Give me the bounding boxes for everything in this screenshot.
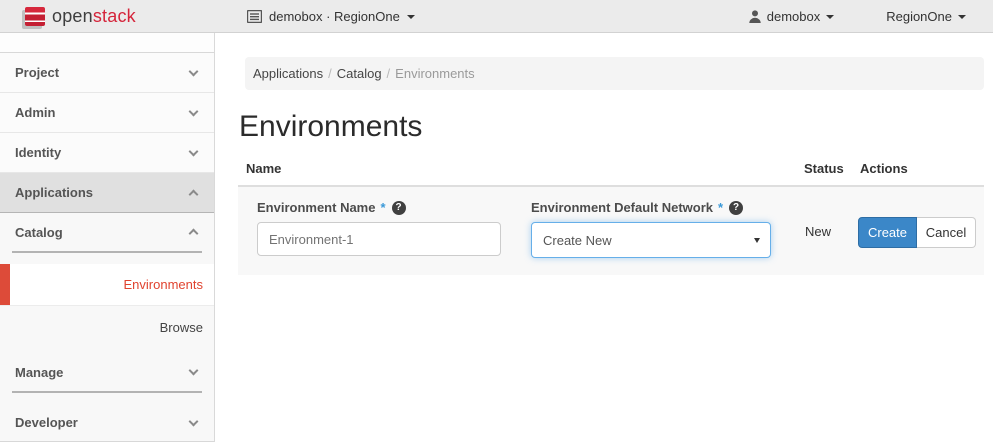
- region-menu-label: RegionOne: [886, 9, 952, 24]
- project-switcher-label: demobox · RegionOne: [269, 9, 400, 24]
- chevron-down-icon: [189, 66, 199, 76]
- sidebar-item-label: Applications: [15, 185, 93, 200]
- select-caret-icon: [754, 238, 760, 243]
- default-network-label: Environment Default Network: [531, 200, 713, 215]
- status-value: New: [805, 224, 838, 239]
- required-marker: *: [718, 200, 723, 215]
- column-header-status: Status: [804, 161, 860, 176]
- sidebar-item-applications[interactable]: Applications: [0, 173, 214, 213]
- sidebar-group-developer[interactable]: Developer: [0, 404, 214, 442]
- openstack-logo-text: openstack: [52, 6, 136, 27]
- breadcrumb-link-applications[interactable]: Applications: [253, 66, 323, 81]
- column-header-actions: Actions: [860, 161, 984, 176]
- sidebar-item-project[interactable]: Project: [0, 53, 214, 93]
- sidebar-item-label: Browse: [160, 320, 203, 335]
- openstack-cube-icon: [25, 7, 45, 26]
- breadcrumb-link-catalog[interactable]: Catalog: [337, 66, 382, 81]
- selected-option-label: Create New: [543, 233, 612, 248]
- sidebar-item-environments[interactable]: Environments: [0, 264, 214, 306]
- openstack-logo[interactable]: openstack: [25, 6, 136, 27]
- environment-name-label: Environment Name: [257, 200, 375, 215]
- environment-name-input[interactable]: [257, 222, 501, 256]
- sidebar-top-strip: [0, 33, 214, 53]
- sidebar-item-identity[interactable]: Identity: [0, 133, 214, 173]
- user-menu[interactable]: demobox: [749, 9, 834, 24]
- logo-text-open: open: [52, 6, 93, 26]
- default-network-label-row: Environment Default Network * ?: [531, 200, 771, 215]
- sidebar-spacer: [0, 253, 214, 264]
- breadcrumb-separator: /: [382, 66, 396, 81]
- chevron-down-icon: [189, 146, 199, 156]
- row-action-buttons: Create Cancel: [858, 217, 976, 248]
- chevron-up-icon: [189, 189, 199, 199]
- sidebar-group-label: Developer: [15, 415, 78, 430]
- project-region-switcher[interactable]: demobox · RegionOne: [247, 9, 415, 24]
- region-menu[interactable]: RegionOne: [886, 9, 966, 24]
- breadcrumb-current: Environments: [395, 66, 474, 81]
- chevron-down-icon: [958, 15, 966, 19]
- cancel-button[interactable]: Cancel: [917, 217, 976, 248]
- top-navigation-bar: openstack demobox · RegionOne demobox Re…: [0, 0, 993, 33]
- environment-name-field-group: Environment Name * ?: [257, 200, 501, 256]
- chevron-down-icon: [189, 106, 199, 116]
- environment-name-label-row: Environment Name * ?: [257, 200, 501, 215]
- main-content: Applications / Catalog / Environments En…: [216, 33, 993, 442]
- sidebar-group-label: Catalog: [15, 225, 63, 240]
- chevron-down-icon: [189, 416, 199, 426]
- sidebar-item-browse[interactable]: Browse: [0, 306, 214, 348]
- sidebar-item-label: Environments: [124, 277, 203, 292]
- default-network-field-group: Environment Default Network * ? Create N…: [531, 200, 771, 258]
- chevron-down-icon: [407, 15, 415, 19]
- sidebar-group-label: Manage: [15, 365, 63, 380]
- logo-text-stack: stack: [93, 6, 136, 26]
- help-icon[interactable]: ?: [729, 201, 743, 215]
- chevron-up-icon: [189, 229, 199, 239]
- chevron-down-icon: [189, 366, 199, 376]
- active-indicator-bar: [0, 264, 10, 305]
- page-title: Environments: [239, 110, 984, 144]
- sidebar-navigation: Project Admin Identity Applications Cata…: [0, 33, 215, 442]
- help-icon[interactable]: ?: [392, 201, 406, 215]
- sidebar-item-label: Admin: [15, 105, 55, 120]
- sidebar-item-label: Identity: [15, 145, 61, 160]
- sidebar-item-label: Project: [15, 65, 59, 80]
- sidebar-group-catalog[interactable]: Catalog: [0, 213, 214, 251]
- required-marker: *: [380, 200, 385, 215]
- sidebar-group-manage[interactable]: Manage: [0, 353, 214, 391]
- create-environment-row: Environment Name * ? Environment Default…: [238, 187, 984, 275]
- sidebar-item-admin[interactable]: Admin: [0, 93, 214, 133]
- environments-table-header: Name Status Actions: [238, 161, 984, 187]
- topbar-right-menus: demobox RegionOne: [749, 9, 966, 24]
- project-switcher-icon: [247, 10, 262, 23]
- create-button[interactable]: Create: [858, 217, 917, 248]
- user-menu-label: demobox: [767, 9, 820, 24]
- breadcrumb: Applications / Catalog / Environments: [245, 57, 984, 90]
- default-network-select[interactable]: Create New: [531, 222, 771, 258]
- sidebar-spacer: [0, 393, 214, 404]
- user-icon: [749, 10, 761, 23]
- column-header-name: Name: [246, 161, 804, 176]
- breadcrumb-separator: /: [323, 66, 337, 81]
- chevron-down-icon: [826, 15, 834, 19]
